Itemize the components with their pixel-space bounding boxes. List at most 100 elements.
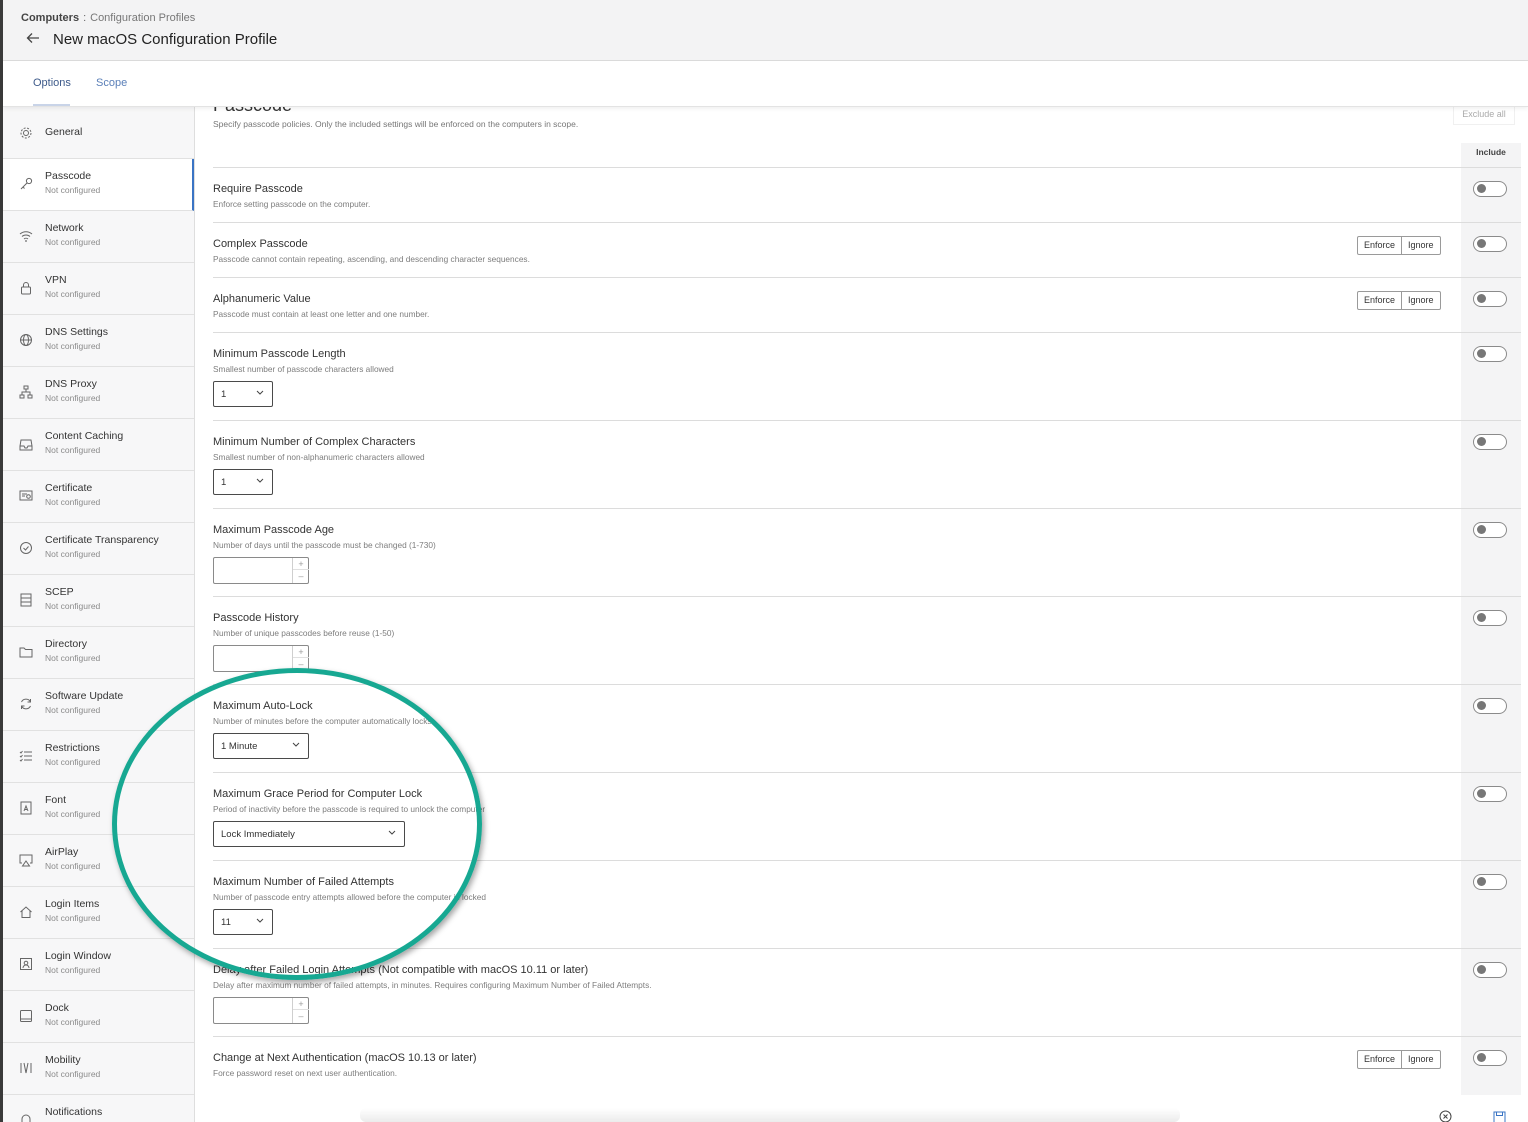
stepper-buttons: + – bbox=[292, 646, 309, 671]
include-toggle[interactable] bbox=[1473, 236, 1507, 252]
tab-options[interactable]: Options bbox=[33, 77, 71, 89]
include-toggle[interactable] bbox=[1473, 434, 1507, 450]
sidebar-item-airplay[interactable]: AirPlay Not configured bbox=[3, 835, 194, 887]
setting-title: Require Passcode bbox=[213, 183, 303, 195]
section-description: Specify passcode policies. Only the incl… bbox=[213, 119, 579, 129]
sidebar-item-label: Mobility bbox=[45, 1054, 81, 1066]
include-toggle[interactable] bbox=[1473, 522, 1507, 538]
enforce-button[interactable]: Enforce bbox=[1358, 237, 1401, 254]
include-toggle[interactable] bbox=[1473, 962, 1507, 978]
setting-change-at-next-auth: Change at Next Authentication (macOS 10.… bbox=[213, 1037, 1521, 1095]
sidebar-item-dns-proxy[interactable]: DNS Proxy Not configured bbox=[3, 367, 194, 419]
ignore-button[interactable]: Ignore bbox=[1401, 237, 1440, 254]
setting-maximum-failed-attempts: Maximum Number of Failed Attempts Number… bbox=[213, 861, 1521, 949]
complex-characters-select[interactable]: 1 bbox=[213, 469, 273, 495]
sidebar-item-software-update[interactable]: Software Update Not configured bbox=[3, 679, 194, 731]
decrement-button[interactable]: – bbox=[293, 658, 309, 670]
sidebar-item-status: Not configured bbox=[45, 653, 101, 663]
enforce-button[interactable]: Enforce bbox=[1358, 1051, 1401, 1068]
sidebar-item-status: Not configured bbox=[45, 1069, 101, 1079]
breadcrumb-root[interactable]: Computers bbox=[21, 12, 79, 24]
breadcrumb-separator: : bbox=[83, 12, 87, 24]
bell-icon bbox=[19, 1113, 33, 1122]
auto-lock-select[interactable]: 1 Minute bbox=[213, 733, 309, 759]
stepper-buttons: + – bbox=[292, 558, 309, 583]
sidebar-item-vpn[interactable]: VPN Not configured bbox=[3, 263, 194, 315]
include-toggle[interactable] bbox=[1473, 874, 1507, 890]
footer-bar bbox=[360, 1108, 1180, 1122]
sidebar-item-status: Not configured bbox=[45, 601, 101, 611]
increment-button[interactable]: + bbox=[293, 646, 309, 658]
failed-attempts-select[interactable]: 11 bbox=[213, 909, 273, 935]
min-length-select[interactable]: 1 bbox=[213, 381, 273, 407]
sidebar-item-passcode[interactable]: Passcode Not configured bbox=[3, 159, 194, 211]
sidebar-item-label: VPN bbox=[45, 274, 67, 286]
sidebar-item-restrictions[interactable]: Restrictions Not configured bbox=[3, 731, 194, 783]
increment-button[interactable]: + bbox=[293, 998, 309, 1010]
ignore-button[interactable]: Ignore bbox=[1401, 292, 1440, 309]
enforce-button[interactable]: Enforce bbox=[1358, 292, 1401, 309]
setting-title: Minimum Number of Complex Characters bbox=[213, 436, 416, 448]
sidebar-item-mobility[interactable]: Mobility Not configured bbox=[3, 1043, 194, 1095]
sidebar-item-general[interactable]: General bbox=[3, 107, 194, 159]
setting-description: Force password reset on next user authen… bbox=[213, 1068, 398, 1078]
select-value: Lock Immediately bbox=[221, 829, 295, 840]
setting-maximum-passcode-age: Maximum Passcode Age Number of days unti… bbox=[213, 509, 1521, 597]
decrement-button[interactable]: – bbox=[293, 1010, 309, 1022]
setting-description: Period of inactivity before the passcode… bbox=[213, 804, 486, 814]
sidebar-item-notifications[interactable]: Notifications bbox=[3, 1095, 194, 1122]
include-toggle[interactable] bbox=[1473, 346, 1507, 362]
setting-minimum-complex-characters: Minimum Number of Complex Characters Sma… bbox=[213, 421, 1521, 509]
sidebar-item-status: Not configured bbox=[45, 861, 101, 871]
sidebar-item-login-items[interactable]: Login Items Not configured bbox=[3, 887, 194, 939]
sidebar-item-network[interactable]: Network Not configured bbox=[3, 211, 194, 263]
sidebar-item-label: Restrictions bbox=[45, 742, 100, 754]
sidebar-item-label: Directory bbox=[45, 638, 88, 650]
sidebar-item-label: General bbox=[45, 126, 83, 138]
save-icon[interactable] bbox=[1493, 1110, 1507, 1122]
login-delay-stepper: + – bbox=[213, 997, 309, 1024]
login-delay-input[interactable] bbox=[214, 998, 292, 1023]
select-value: 1 bbox=[221, 389, 227, 400]
close-circle-icon[interactable] bbox=[1439, 1110, 1453, 1122]
grace-period-select[interactable]: Lock Immediately bbox=[213, 821, 405, 847]
toggle-knob bbox=[1477, 184, 1486, 193]
breadcrumb-current[interactable]: Configuration Profiles bbox=[90, 12, 195, 24]
sidebar-item-dns-settings[interactable]: DNS Settings Not configured bbox=[3, 315, 194, 367]
include-toggle[interactable] bbox=[1473, 291, 1507, 307]
include-toggle[interactable] bbox=[1473, 786, 1507, 802]
decrement-button[interactable]: – bbox=[293, 570, 309, 582]
lock-icon bbox=[19, 281, 33, 295]
exclude-all-button[interactable]: Exclude all bbox=[1453, 107, 1515, 125]
tab-scope[interactable]: Scope bbox=[96, 77, 127, 89]
sidebar-item-directory[interactable]: Directory Not configured bbox=[3, 627, 194, 679]
passcode-history-input[interactable] bbox=[214, 646, 292, 671]
setting-title: Delay after Failed Login Attempts (Not c… bbox=[213, 964, 589, 976]
arrow-left-icon[interactable] bbox=[25, 30, 43, 50]
setting-description: Passcode must contain at least one lette… bbox=[213, 309, 430, 319]
sidebar-item-scep[interactable]: SCEP Not configured bbox=[3, 575, 194, 627]
passcode-history-stepper: + – bbox=[213, 645, 309, 672]
gear-icon bbox=[19, 126, 33, 140]
page-title: New macOS Configuration Profile bbox=[53, 31, 278, 48]
sidebar-item-content-caching[interactable]: Content Caching Not configured bbox=[3, 419, 194, 471]
sidebar-item-label: Dock bbox=[45, 1002, 69, 1014]
include-toggle[interactable] bbox=[1473, 181, 1507, 197]
sidebar-item-label: Login Window bbox=[45, 950, 111, 962]
setting-title: Maximum Number of Failed Attempts bbox=[213, 876, 394, 888]
sidebar-item-login-window[interactable]: Login Window Not configured bbox=[3, 939, 194, 991]
ignore-button[interactable]: Ignore bbox=[1401, 1051, 1440, 1068]
sidebar-item-certificate-transparency[interactable]: Certificate Transparency Not configured bbox=[3, 523, 194, 575]
sidebar-item-font[interactable]: Font Not configured bbox=[3, 783, 194, 835]
include-toggle[interactable] bbox=[1473, 1050, 1507, 1066]
include-toggle[interactable] bbox=[1473, 698, 1507, 714]
passcode-age-input[interactable] bbox=[214, 558, 292, 583]
sidebar-item-status: Not configured bbox=[45, 549, 101, 559]
sidebar-item-dock[interactable]: Dock Not configured bbox=[3, 991, 194, 1043]
toggle-knob bbox=[1477, 239, 1486, 248]
include-toggle[interactable] bbox=[1473, 610, 1507, 626]
sidebar-item-label: Software Update bbox=[45, 690, 124, 702]
increment-button[interactable]: + bbox=[293, 558, 309, 570]
tab-bar: Options Scope bbox=[3, 61, 1528, 107]
sidebar-item-certificate[interactable]: Certificate Not configured bbox=[3, 471, 194, 523]
